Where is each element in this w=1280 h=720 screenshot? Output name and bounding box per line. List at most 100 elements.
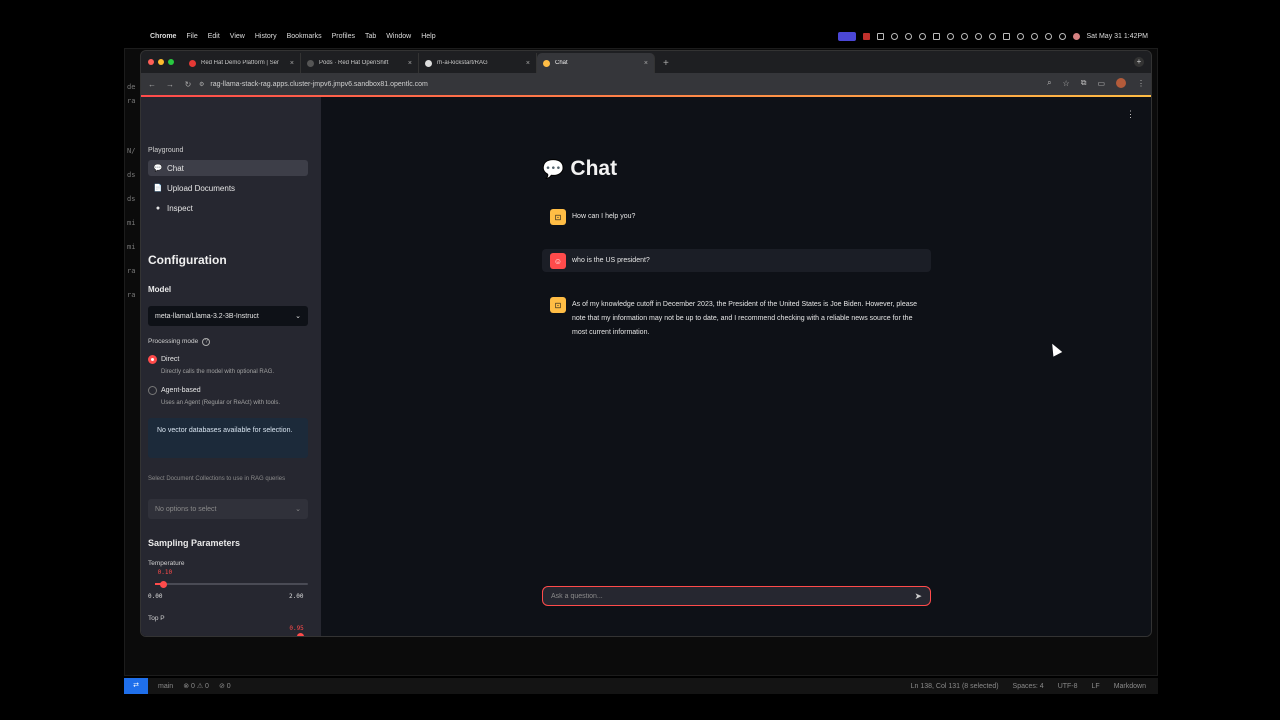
- menu-chrome[interactable]: Chrome: [150, 33, 176, 40]
- sidebar-item-label: Inspect: [167, 203, 193, 213]
- temperature-slider-thumb[interactable]: [159, 581, 167, 588]
- processing-mode-text: Processing mode: [148, 338, 199, 345]
- git-branch[interactable]: main: [158, 683, 173, 690]
- openshift-favicon-icon: [307, 59, 314, 67]
- timer-icon[interactable]: [946, 32, 954, 40]
- radio-label: Agent-based: [161, 387, 201, 394]
- menu-view[interactable]: View: [230, 33, 245, 40]
- terminal-fragment: ds: [127, 171, 136, 179]
- language-mode[interactable]: Markdown: [1114, 683, 1146, 690]
- tab-search-icon[interactable]: +: [1134, 57, 1144, 67]
- extensions-icon[interactable]: ⧉: [1081, 78, 1087, 88]
- battery-icon[interactable]: [1002, 32, 1010, 40]
- speech-bubble-icon: 💬: [542, 158, 565, 179]
- encoding[interactable]: UTF-8: [1058, 683, 1078, 690]
- menu-extra-icon[interactable]: [876, 32, 884, 40]
- reload-icon[interactable]: ↻: [179, 80, 197, 89]
- zoom-icon[interactable]: ⌕: [1047, 78, 1051, 88]
- send-icon[interactable]: ➤: [914, 591, 922, 602]
- forward-arrow-icon[interactable]: →: [161, 80, 179, 89]
- cloud-icon[interactable]: [904, 32, 912, 40]
- zoom-window-button[interactable]: [168, 59, 174, 65]
- info-icon[interactable]: [974, 32, 982, 40]
- back-arrow-icon[interactable]: ←: [143, 80, 161, 89]
- new-tab-icon[interactable]: +: [663, 58, 669, 69]
- bot-avatar-icon: ⊡: [550, 297, 566, 313]
- wifi-icon[interactable]: [1016, 32, 1024, 40]
- help-icon[interactable]: ?: [202, 338, 211, 346]
- inspect-icon: ●: [155, 204, 161, 212]
- menu-clock[interactable]: Sat May 31 1:42PM: [1087, 33, 1148, 40]
- temperature-min: 0.00: [148, 593, 163, 600]
- close-tab-icon[interactable]: ×: [408, 60, 412, 67]
- menu-tab[interactable]: Tab: [365, 33, 376, 40]
- menu-file[interactable]: File: [186, 33, 197, 40]
- browser-tab[interactable]: Pods · Red Hat OpenShift ×: [301, 53, 419, 73]
- bot-avatar-icon: ⊡: [550, 209, 566, 225]
- temperature-slider-track[interactable]: [155, 583, 308, 585]
- user-avatar-icon[interactable]: [1072, 32, 1080, 40]
- site-info-icon[interactable]: ⚙: [199, 81, 204, 88]
- siri-icon[interactable]: [1058, 32, 1066, 40]
- close-tab-icon[interactable]: ×: [526, 60, 530, 67]
- recording-icon[interactable]: [862, 32, 870, 40]
- ports-count[interactable]: ⊘ 0: [219, 682, 231, 690]
- status-icons: Sat May 31 1:42PM: [837, 31, 1148, 41]
- person-icon[interactable]: [988, 32, 996, 40]
- menu-bookmarks[interactable]: Bookmarks: [287, 33, 322, 40]
- close-window-button[interactable]: [148, 59, 154, 65]
- sidebar-item-upload-documents[interactable]: 📄 Upload Documents: [148, 180, 308, 196]
- indentation[interactable]: Spaces: 4: [1013, 683, 1044, 690]
- minimize-window-button[interactable]: [158, 59, 164, 65]
- play-icon[interactable]: [960, 32, 968, 40]
- radio-description: Directly calls the model with optional R…: [161, 369, 275, 375]
- terminal-fragment: mi: [127, 219, 136, 227]
- sidebar-item-chat[interactable]: 💬 Chat: [148, 160, 308, 176]
- bookmark-star-icon[interactable]: ☆: [1063, 79, 1070, 88]
- browser-tab-active[interactable]: Chat ×: [537, 53, 655, 73]
- menu-edit[interactable]: Edit: [208, 33, 220, 40]
- model-select[interactable]: meta-llama/Llama-3.2-3B-Instruct ⌄: [148, 306, 308, 326]
- search-icon[interactable]: [1044, 32, 1052, 40]
- info-alert: No vector databases available for select…: [148, 418, 308, 458]
- control-center-icon[interactable]: [1030, 32, 1038, 40]
- menu-profiles[interactable]: Profiles: [332, 33, 355, 40]
- top-p-slider-thumb[interactable]: [297, 633, 305, 636]
- address-bar[interactable]: ⚙ rag-llama-stack-rag.apps.cluster-jmpv6…: [199, 76, 1051, 92]
- collections-multiselect[interactable]: No options to select ⌄: [148, 499, 308, 519]
- page-title: 💬 Chat: [542, 157, 617, 181]
- menu-history[interactable]: History: [255, 33, 277, 40]
- menu-help[interactable]: Help: [421, 33, 435, 40]
- close-tab-icon[interactable]: ×: [290, 60, 294, 67]
- chrome-menu-icon[interactable]: ⋮: [1137, 79, 1145, 88]
- page-title-text: Chat: [570, 157, 618, 180]
- screen-share-icon[interactable]: [837, 31, 856, 41]
- collections-placeholder: No options to select: [155, 505, 217, 513]
- model-select-value: meta-llama/Llama-3.2-3B-Instruct: [155, 312, 259, 320]
- sidebar-item-inspect[interactable]: ● Inspect: [148, 200, 308, 216]
- chat-bubble-icon: 💬: [153, 165, 163, 172]
- app-menu-icon[interactable]: ⋮: [1126, 109, 1135, 120]
- sync-icon[interactable]: [918, 32, 926, 40]
- model-label: Model: [148, 285, 172, 294]
- chat-input[interactable]: [551, 592, 915, 600]
- radio-label: Direct: [161, 356, 180, 363]
- line-ending[interactable]: LF: [1092, 683, 1100, 690]
- tab-title: Pods · Red Hat OpenShift: [319, 60, 389, 66]
- sidepanel-icon[interactable]: ▭: [1097, 79, 1105, 88]
- profile-avatar-icon[interactable]: [1116, 78, 1126, 88]
- shield-icon[interactable]: [890, 32, 898, 40]
- radio-direct[interactable]: Direct: [148, 355, 179, 364]
- browser-tab[interactable]: Red Hat Demo Platform | Ser ×: [183, 53, 301, 73]
- radio-agent-based[interactable]: Agent-based: [148, 386, 201, 395]
- cursor-position[interactable]: Ln 138, Col 131 (8 selected): [911, 683, 999, 690]
- terminal-fragment: ra: [127, 267, 136, 275]
- close-tab-icon[interactable]: ×: [644, 60, 648, 67]
- problems-count[interactable]: ⊗ 0 ⚠ 0: [183, 682, 209, 690]
- temperature-value: 0.10: [157, 569, 173, 576]
- remote-indicator-icon[interactable]: ⇄: [124, 678, 148, 694]
- chat-favicon-icon: [543, 59, 550, 67]
- browser-tab[interactable]: rh-ai-kickstart/RAG ×: [419, 53, 537, 73]
- menu-window[interactable]: Window: [386, 33, 411, 40]
- dropbox-icon[interactable]: [932, 32, 940, 40]
